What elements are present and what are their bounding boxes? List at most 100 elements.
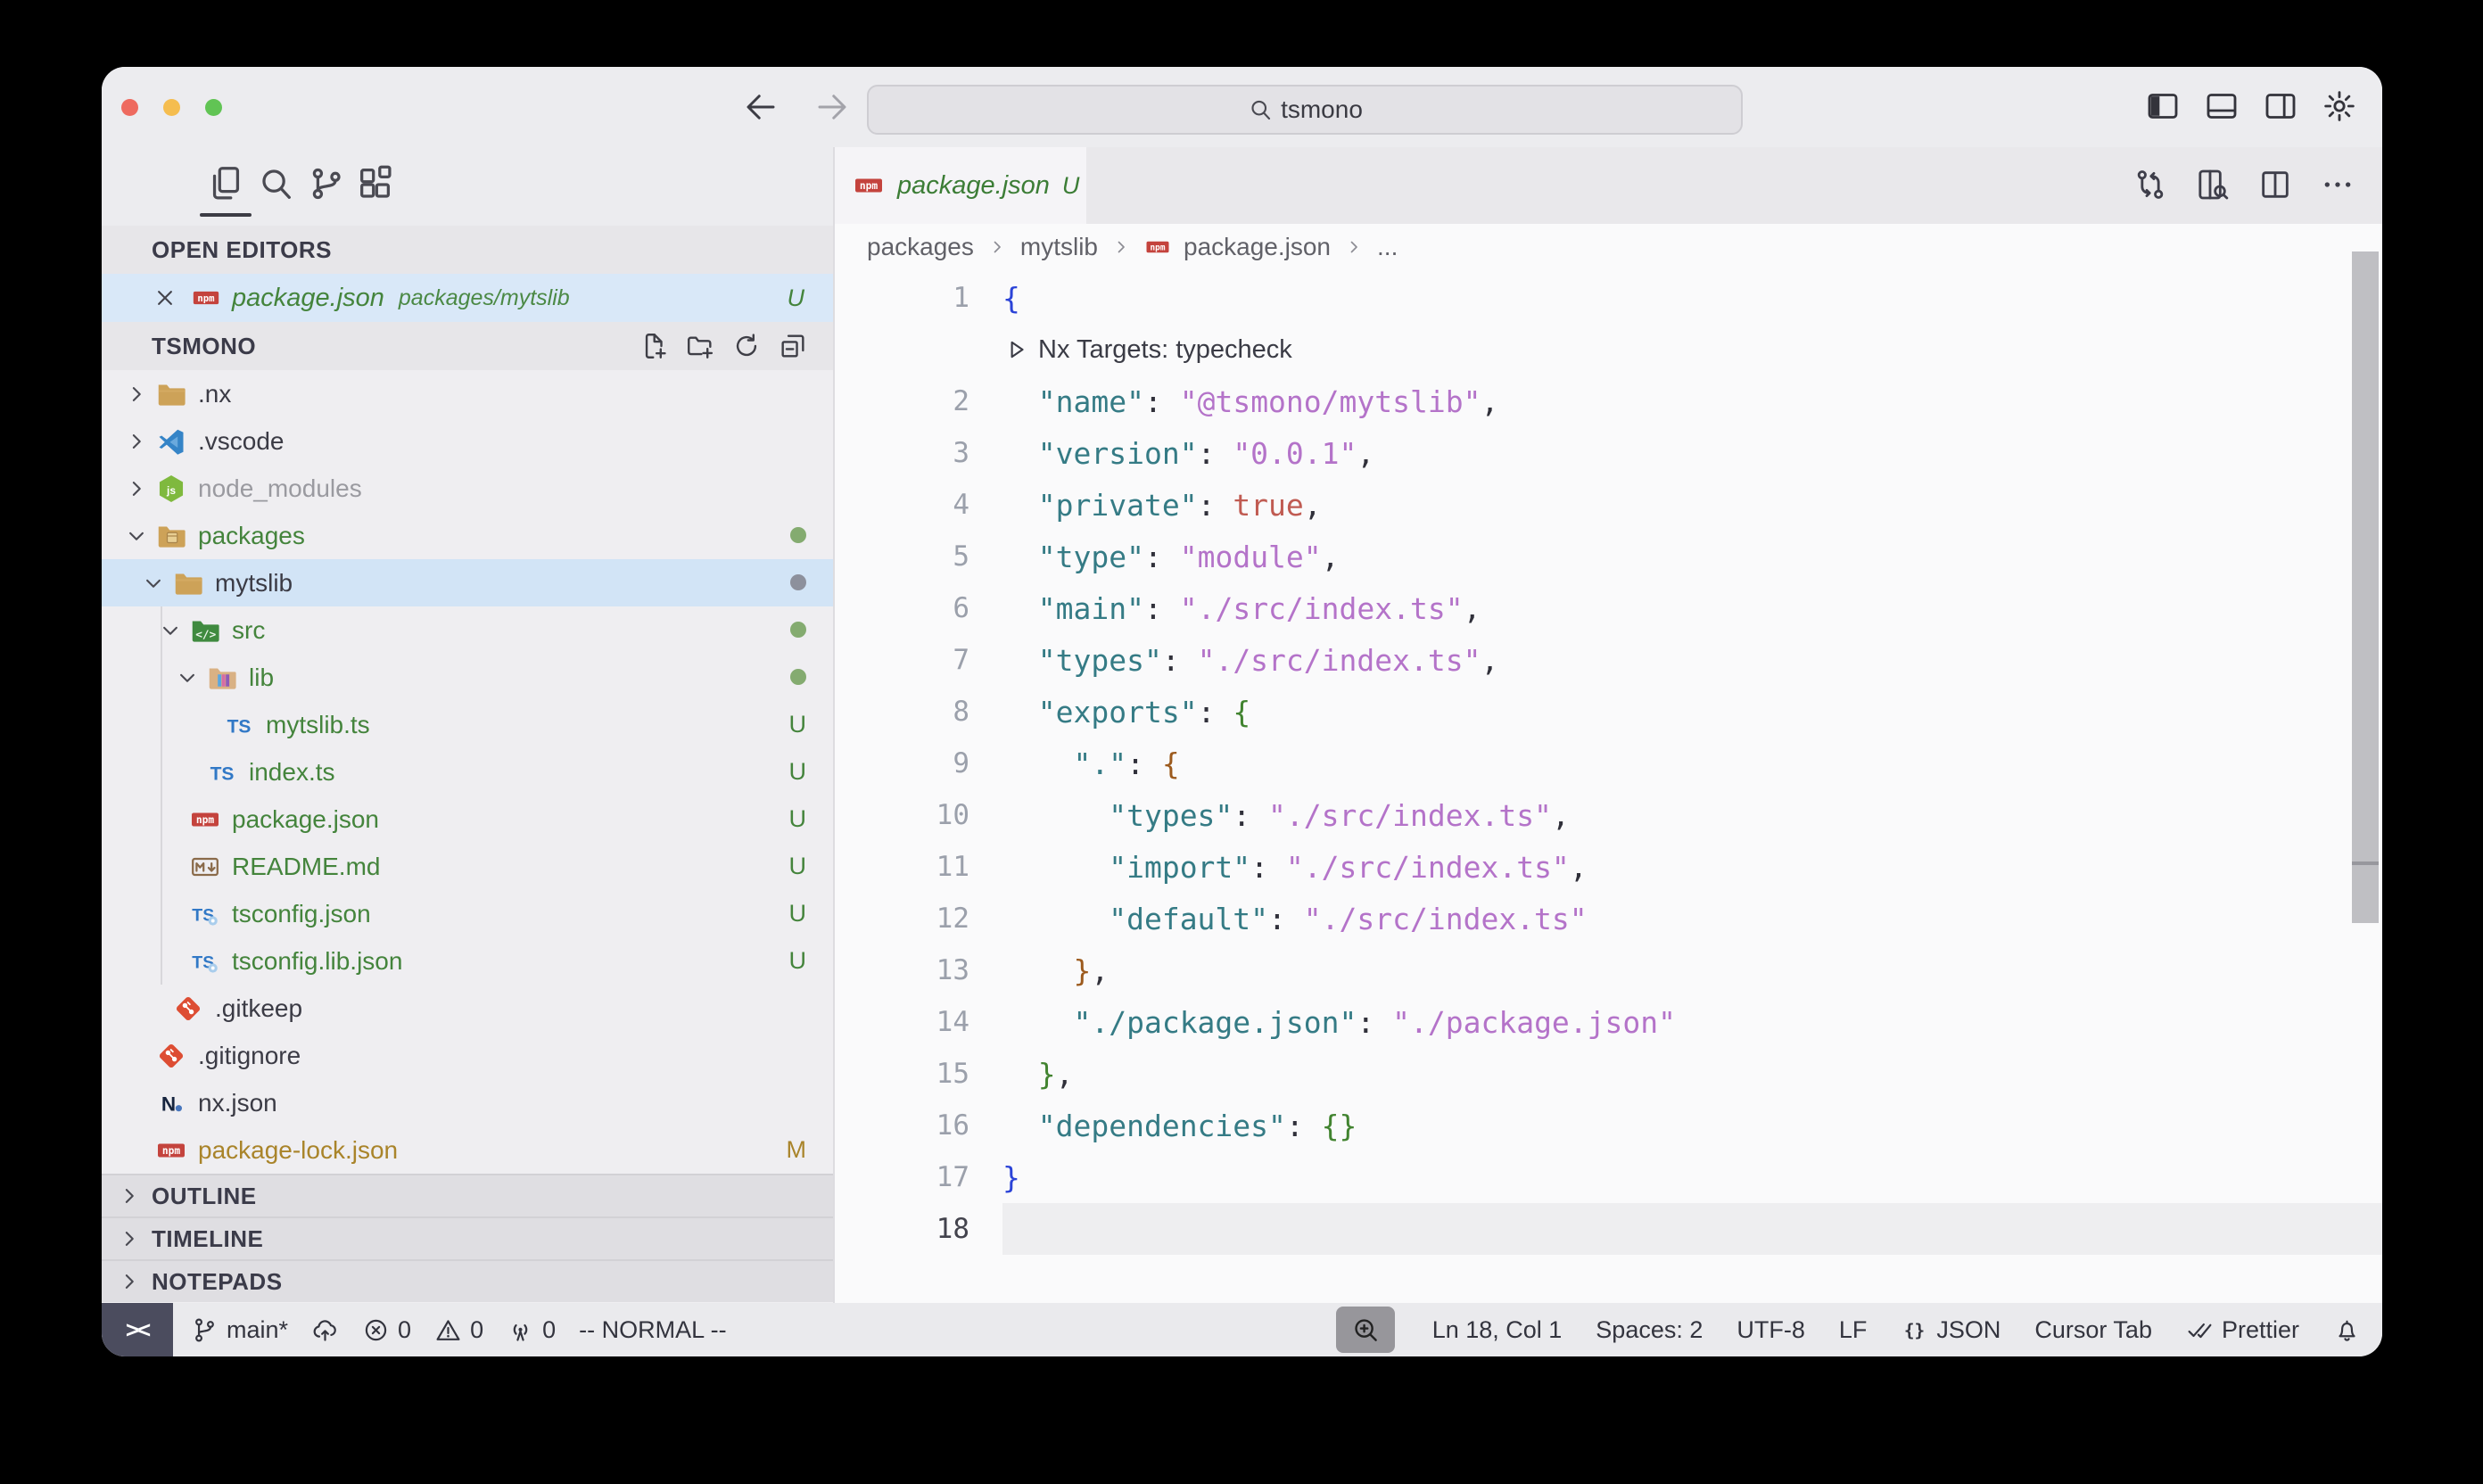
open-editor-item[interactable]: npm package.json packages/mytslib U: [102, 274, 833, 322]
source-control-icon[interactable]: [306, 163, 347, 204]
editor-scrollbar[interactable]: [2352, 251, 2379, 923]
tree-item--gitignore[interactable]: .gitignore: [102, 1032, 833, 1079]
section-header-notepads[interactable]: NOTEPADS: [102, 1259, 833, 1302]
ports[interactable]: 0: [507, 1316, 556, 1344]
new-folder-icon[interactable]: [685, 331, 715, 361]
zoom-indicator[interactable]: [1336, 1307, 1395, 1353]
breadcrumb-item[interactable]: mytslib: [1020, 233, 1098, 261]
layout-sidebar-right-icon[interactable]: [2263, 88, 2298, 124]
vscode-icon: [155, 425, 187, 458]
tree-item-index-ts[interactable]: TSindex.tsU: [102, 748, 833, 796]
tree-item-readme-md[interactable]: README.mdU: [102, 843, 833, 890]
search-icon[interactable]: [255, 163, 296, 204]
section-label: TIMELINE: [152, 1225, 263, 1253]
chevron-right-icon[interactable]: [123, 474, 152, 503]
explorer-icon[interactable]: [205, 163, 246, 204]
section-header-outline[interactable]: OUTLINE: [102, 1174, 833, 1216]
eol[interactable]: LF: [1839, 1316, 1868, 1344]
code-line-3[interactable]: 3 "version": "0.0.1",: [835, 427, 2382, 479]
code-line-5[interactable]: 5 "type": "module",: [835, 531, 2382, 582]
code-line-11[interactable]: 11 "import": "./src/index.ts",: [835, 841, 2382, 893]
tree-item--vscode[interactable]: .vscode: [102, 417, 833, 465]
tree-item-package-lock-json[interactable]: npmpackage-lock.jsonM: [102, 1126, 833, 1174]
breadcrumb-item[interactable]: package.json: [1184, 233, 1331, 261]
code-line-18[interactable]: 18: [835, 1203, 2382, 1255]
navigate-forward-icon[interactable]: [813, 88, 851, 126]
chevron-down-icon[interactable]: [123, 522, 152, 550]
code-line-9[interactable]: 9 ".": {: [835, 738, 2382, 789]
code-line-2[interactable]: 2 "name": "@tsmono/mytslib",: [835, 375, 2382, 427]
breadcrumb-item[interactable]: packages: [867, 233, 974, 261]
indentation[interactable]: Spaces: 2: [1596, 1316, 1703, 1344]
tree-item-mytslib[interactable]: mytslib: [102, 559, 833, 606]
open-editors-section-header[interactable]: OPEN EDITORS: [102, 226, 833, 274]
open-preview-icon[interactable]: [2195, 167, 2231, 202]
cursor-tab[interactable]: Cursor Tab: [2034, 1316, 2152, 1344]
chevron-down-icon[interactable]: [411, 163, 452, 204]
extensions-icon[interactable]: [355, 163, 396, 204]
cursor-position[interactable]: Ln 18, Col 1: [1432, 1316, 1563, 1344]
collapse-all-icon[interactable]: [778, 331, 808, 361]
code-line-16[interactable]: 16 "dependencies": {}: [835, 1100, 2382, 1151]
tree-item-tsconfig-json[interactable]: TStsconfig.jsonU: [102, 890, 833, 937]
code-line-10[interactable]: 10 "types": "./src/index.ts",: [835, 789, 2382, 841]
close-editor-icon[interactable]: [152, 284, 178, 311]
codelens[interactable]: Nx Targets: typecheck: [835, 324, 2382, 375]
tree-item-node-modules[interactable]: jsnode_modules: [102, 465, 833, 512]
code-line-13[interactable]: 13 },: [835, 944, 2382, 996]
chevron-down-icon[interactable]: [157, 616, 186, 645]
code-line-14[interactable]: 14 "./package.json": "./package.json": [835, 996, 2382, 1048]
warnings[interactable]: 0: [434, 1316, 483, 1344]
code-line-15[interactable]: 15 },: [835, 1048, 2382, 1100]
errors[interactable]: 0: [362, 1316, 411, 1344]
chevron-right-icon[interactable]: [123, 427, 152, 456]
navigate-back-icon[interactable]: [742, 88, 780, 126]
command-center-search[interactable]: tsmono: [867, 85, 1743, 135]
git-branch[interactable]: main*: [191, 1316, 288, 1344]
tree-item--gitkeep[interactable]: .gitkeep: [102, 985, 833, 1032]
code-line-17[interactable]: 17}: [835, 1151, 2382, 1203]
refresh-icon[interactable]: [731, 331, 762, 361]
code-line-4[interactable]: 4 "private": true,: [835, 479, 2382, 531]
code-line-7[interactable]: 7 "types": "./src/index.ts",: [835, 634, 2382, 686]
tree-item--nx[interactable]: .nx: [102, 370, 833, 417]
zoom-window-button[interactable]: [205, 99, 222, 116]
formatter[interactable]: Prettier: [2186, 1316, 2299, 1344]
tree-item-src[interactable]: </>src: [102, 606, 833, 654]
code-editor[interactable]: 1{Nx Targets: typecheck2 "name": "@tsmon…: [835, 272, 2382, 1255]
publish[interactable]: [311, 1316, 339, 1344]
explorer-section-header[interactable]: TSMONO: [102, 322, 833, 370]
code-line-8[interactable]: 8 "exports": {: [835, 686, 2382, 738]
breadcrumb-item[interactable]: ...: [1377, 233, 1398, 261]
split-editor-icon[interactable]: [2257, 167, 2293, 202]
gear-icon[interactable]: [2322, 88, 2357, 124]
tree-item-nx-json[interactable]: Nnx.json: [102, 1079, 833, 1126]
encoding[interactable]: UTF-8: [1736, 1316, 1805, 1344]
more-actions-icon[interactable]: [2320, 167, 2355, 202]
tree-item-mytslib-ts[interactable]: TSmytslib.tsU: [102, 701, 833, 748]
notifications[interactable]: [2333, 1316, 2361, 1344]
minimize-window-button[interactable]: [163, 99, 180, 116]
new-file-icon[interactable]: [639, 331, 669, 361]
layout-sidebar-left-icon[interactable]: [2145, 88, 2181, 124]
tab-package-json[interactable]: npm package.json U: [835, 147, 1086, 224]
tree-item-lib[interactable]: lib: [102, 654, 833, 701]
remote-indicator[interactable]: ><: [102, 1303, 173, 1356]
chevron-down-icon[interactable]: [174, 664, 202, 692]
layout-panel-icon[interactable]: [2204, 88, 2240, 124]
vim-mode[interactable]: -- NORMAL --: [579, 1316, 726, 1344]
chevron-down-icon[interactable]: [140, 569, 169, 598]
close-window-button[interactable]: [121, 99, 138, 116]
chevron-right-icon[interactable]: [123, 380, 152, 408]
tree-item-packages[interactable]: packages: [102, 512, 833, 559]
section-header-timeline[interactable]: TIMELINE: [102, 1216, 833, 1259]
code-line-12[interactable]: 12 "default": "./src/index.ts": [835, 893, 2382, 944]
run-icon[interactable]: [1002, 336, 1029, 363]
tree-item-package-json[interactable]: npmpackage.jsonU: [102, 796, 833, 843]
code-line-1[interactable]: 1{: [835, 272, 2382, 324]
language-mode[interactable]: {}JSON: [1901, 1316, 2000, 1344]
tree-item-tsconfig-lib-json[interactable]: TStsconfig.lib.jsonU: [102, 937, 833, 985]
compare-changes-icon[interactable]: [2132, 167, 2168, 202]
chevron-spacer: [174, 758, 202, 787]
code-line-6[interactable]: 6 "main": "./src/index.ts",: [835, 582, 2382, 634]
